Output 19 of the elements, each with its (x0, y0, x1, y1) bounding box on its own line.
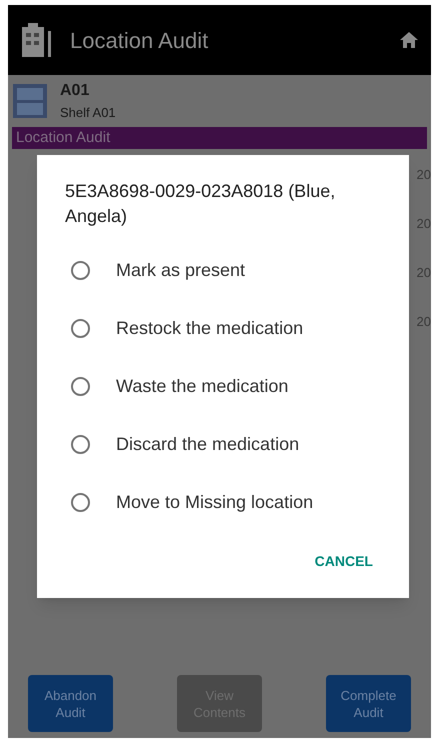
app-title: Location Audit (70, 26, 210, 54)
radio-option[interactable]: Restock the medication (65, 299, 381, 357)
location-code: A01 (60, 81, 90, 101)
building-icon (20, 21, 54, 59)
home-icon[interactable] (399, 30, 419, 50)
radio-option[interactable]: Waste the medication (65, 357, 381, 415)
cancel-button[interactable]: CANCEL (306, 543, 381, 580)
radio-button[interactable] (71, 260, 90, 280)
location-name: Shelf A01 (60, 104, 116, 122)
radio-button[interactable] (71, 376, 90, 396)
section-header: Location Audit (12, 126, 427, 148)
radio-option[interactable]: Mark as present (65, 241, 381, 299)
radio-button[interactable] (71, 318, 90, 338)
dialog-title: 5E3A8698-0029-023A8018 (Blue, Angela) (65, 180, 336, 228)
radio-option[interactable]: Move to Missing location (65, 473, 381, 531)
radio-button[interactable] (71, 492, 90, 512)
shelf-icon (12, 82, 48, 120)
radio-button[interactable] (71, 434, 90, 454)
radio-option[interactable]: Discard the medication (65, 415, 381, 473)
